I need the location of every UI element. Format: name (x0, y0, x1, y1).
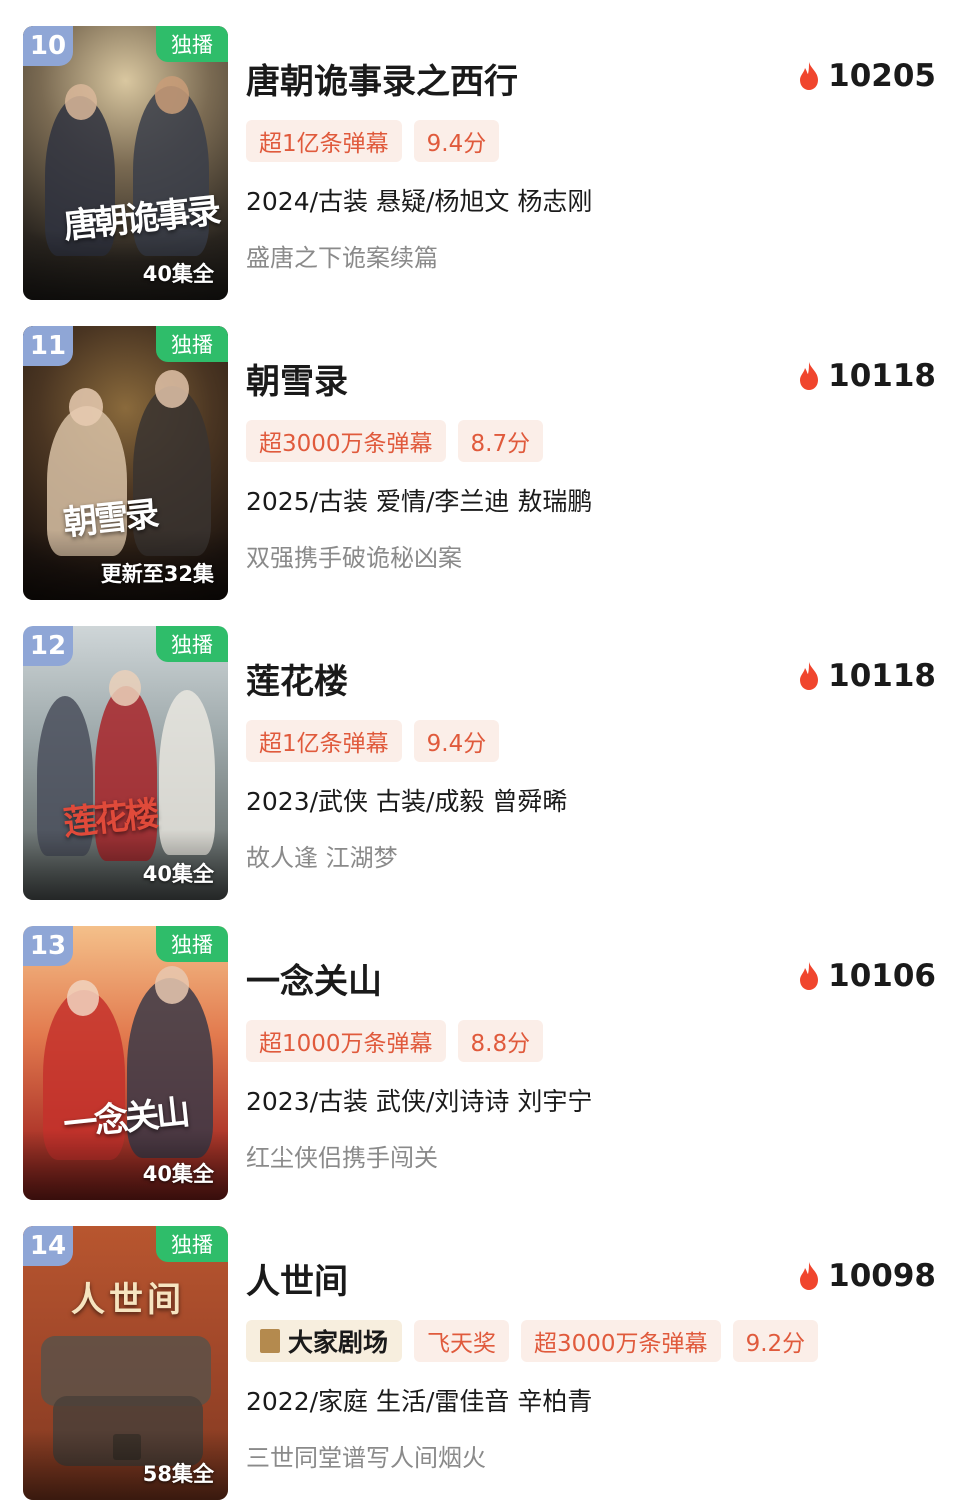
rank-badge: 14 (23, 1226, 73, 1266)
tag-row: 大家剧场 飞天奖 超3000万条弹幕 9.2分 (246, 1320, 819, 1362)
show-title[interactable]: 人世间 (246, 1254, 348, 1303)
flame-icon (800, 1262, 819, 1290)
poster-image[interactable]: 人世间 14 独播 58集全 (23, 1226, 228, 1500)
show-description: 故人逢 江湖梦 (246, 844, 398, 872)
tag-row: 超1亿条弹幕 9.4分 (246, 120, 500, 162)
list-item[interactable]: 一念关山 13 独播 40集全 一念关山 10106 超1000万条弹幕 8.8… (0, 900, 960, 1200)
heat-value: 10205 (828, 58, 936, 94)
poster-title-art: 莲花楼 (61, 794, 159, 844)
heat-score: 10118 (798, 658, 936, 694)
show-info: 2022/家庭 生活/雷佳音 辛柏青 (246, 1387, 593, 1416)
show-title[interactable]: 唐朝诡事录之西行 (246, 54, 518, 103)
show-info: 2023/古装 武侠/刘诗诗 刘宇宁 (246, 1087, 593, 1116)
poster-image[interactable]: 一念关山 13 独播 40集全 (23, 926, 228, 1200)
rank-badge: 12 (23, 626, 73, 666)
exclusive-badge: 独播 (156, 926, 228, 962)
exclusive-badge: 独播 (156, 626, 228, 662)
heat-value: 10106 (828, 958, 936, 994)
rating-tag: 9.4分 (413, 720, 500, 762)
episode-count: 58集全 (142, 1462, 214, 1486)
list-item[interactable]: 朝雪录 11 独播 更新至32集 朝雪录 10118 超3000万条弹幕 8.7… (0, 300, 960, 600)
poster-title-art: 朝雪录 (61, 494, 159, 544)
poster-title-art: 人世间 (71, 1280, 185, 1320)
tag-row: 超1000万条弹幕 8.8分 (246, 1020, 544, 1062)
episode-count: 40集全 (142, 862, 214, 886)
show-title[interactable]: 莲花楼 (246, 654, 348, 703)
danmaku-tag: 超1亿条弹幕 (246, 720, 402, 762)
poster-image[interactable]: 莲花楼 12 独播 40集全 (23, 626, 228, 900)
heat-value: 10098 (828, 1258, 936, 1294)
show-info: 2023/武侠 古装/成毅 曾舜晞 (246, 787, 568, 816)
tag-row: 超3000万条弹幕 8.7分 (246, 420, 544, 462)
show-title[interactable]: 朝雪录 (246, 354, 348, 403)
rating-tag: 9.2分 (732, 1320, 819, 1362)
poster-image[interactable]: 朝雪录 11 独播 更新至32集 (23, 326, 228, 600)
flame-icon (800, 962, 819, 990)
flame-icon (800, 62, 819, 90)
book-icon (260, 1329, 280, 1353)
episode-count: 40集全 (142, 262, 214, 286)
rank-badge: 11 (23, 326, 73, 366)
tag-row: 超1亿条弹幕 9.4分 (246, 720, 500, 762)
show-info: 2025/古装 爱情/李兰迪 敖瑞鹏 (246, 487, 593, 516)
heat-value: 10118 (828, 358, 936, 394)
rating-tag: 8.8分 (457, 1020, 544, 1062)
heat-score: 10098 (798, 1258, 936, 1294)
award-tag: 飞天奖 (414, 1320, 510, 1362)
rank-badge: 10 (23, 26, 73, 66)
rating-tag: 8.7分 (457, 420, 544, 462)
danmaku-tag: 超3000万条弹幕 (521, 1320, 721, 1362)
poster-image[interactable]: 唐朝诡事录 10 独播 40集全 (23, 26, 228, 300)
list-item[interactable]: 唐朝诡事录 10 独播 40集全 唐朝诡事录之西行 10205 超1亿条弹幕 9… (0, 0, 960, 300)
danmaku-tag: 超1000万条弹幕 (246, 1020, 446, 1062)
show-info: 2024/古装 悬疑/杨旭文 杨志刚 (246, 187, 593, 216)
episode-count: 40集全 (142, 1162, 214, 1186)
heat-score: 10205 (798, 58, 936, 94)
show-description: 盛唐之下诡案续篇 (246, 244, 438, 272)
flame-icon (800, 662, 819, 690)
episode-count: 更新至32集 (100, 562, 214, 586)
heat-score: 10118 (798, 358, 936, 394)
danmaku-tag: 超1亿条弹幕 (246, 120, 402, 162)
flame-icon (800, 362, 819, 390)
heat-score: 10106 (798, 958, 936, 994)
brand-tag: 大家剧场 (246, 1320, 403, 1362)
list-item[interactable]: 人世间 14 独播 58集全 人世间 10098 大家剧场 飞天奖 超3000万… (0, 1200, 960, 1500)
show-description: 红尘侠侣携手闯关 (246, 1144, 438, 1172)
rating-tag: 9.4分 (413, 120, 500, 162)
danmaku-tag: 超3000万条弹幕 (246, 420, 446, 462)
heat-value: 10118 (828, 658, 936, 694)
exclusive-badge: 独播 (156, 326, 228, 362)
exclusive-badge: 独播 (156, 26, 228, 62)
list-item[interactable]: 莲花楼 12 独播 40集全 莲花楼 10118 超1亿条弹幕 9.4分 202… (0, 600, 960, 900)
show-description: 三世同堂谱写人间烟火 (246, 1444, 486, 1472)
show-title[interactable]: 一念关山 (246, 954, 382, 1003)
rank-badge: 13 (23, 926, 73, 966)
brand-tag-label: 大家剧场 (288, 1328, 389, 1357)
exclusive-badge: 独播 (156, 1226, 228, 1262)
show-description: 双强携手破诡秘凶案 (246, 544, 462, 572)
